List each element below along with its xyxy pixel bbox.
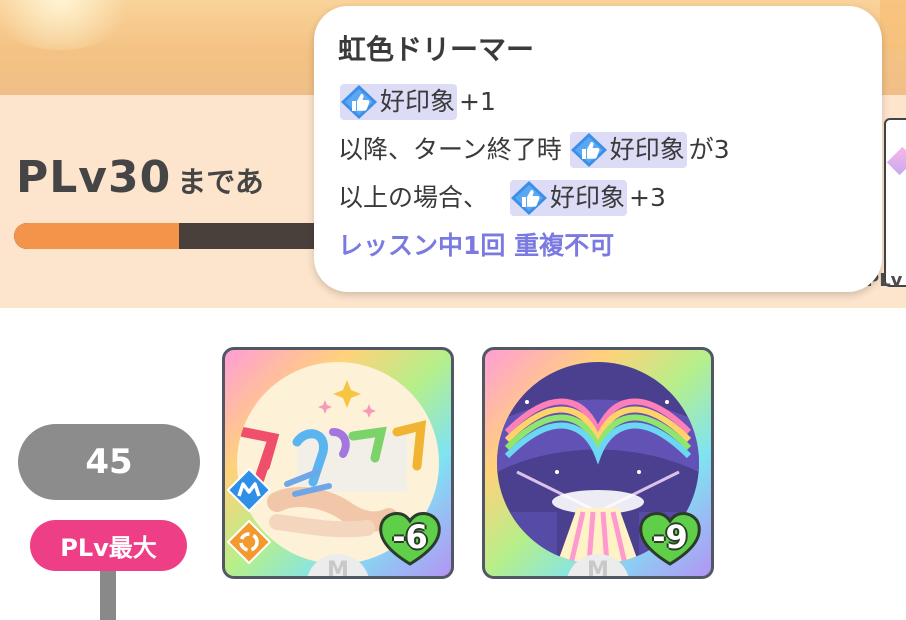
plv-max-badge: PLv最大 [30, 520, 187, 571]
tooltip-line-2: 以降、ターン終了時 好印象 が3 [338, 126, 882, 174]
keyword-chip: 好印象 [340, 84, 458, 120]
keyword-text: 好印象 [550, 183, 626, 212]
card-level-pill: 45 [18, 424, 200, 500]
stamina-cost-value: -9 [652, 518, 688, 556]
line3-prefix: 以上の場合、 [338, 183, 489, 212]
plv-progress-fill [14, 223, 179, 249]
keyword-chip: 好印象 [569, 132, 687, 168]
keyword-text: 好印象 [380, 87, 456, 116]
keyword-chip: 好印象 [510, 180, 628, 216]
grade-label: M [327, 558, 349, 579]
mental-type-icon [227, 468, 271, 512]
stamina-cost-badge: -9 [637, 510, 703, 566]
grade-badge: M [306, 554, 370, 579]
tooltip-title: 虹色ドリーマー [338, 33, 535, 66]
tooltip-limit-note: レッスン中1回 重複不可 [338, 231, 615, 260]
line3-suffix: +3 [629, 183, 666, 212]
skill-card-rainbow-stage[interactable]: -9 M [482, 347, 714, 579]
gem-icon [886, 146, 906, 176]
banner-edge [880, 0, 906, 50]
grade-label: M [587, 558, 609, 579]
stamina-cost-badge: -6 [377, 510, 443, 566]
tooltip-line-1: 好印象 +1 [338, 78, 882, 126]
good-impression-icon [570, 133, 607, 167]
orange-cycle-icon [227, 520, 271, 564]
line1-suffix: +1 [459, 87, 496, 116]
plv-progress-bar [14, 223, 344, 249]
plv-target-suffix: まであ [177, 165, 264, 199]
line2-prefix: 以降、ターン終了時 [338, 135, 562, 164]
level-marker-pole [100, 571, 116, 620]
good-impression-icon [511, 181, 548, 215]
plv-target-value: PLv30 [16, 152, 172, 203]
tooltip-line-3: 以上の場合、 好印象 +3 [338, 174, 882, 222]
grade-badge: M [566, 554, 630, 579]
plv-target-label: PLv30 まであ [16, 152, 264, 212]
skill-card-tooltip: 虹色ドリーマー 好印象 +1 以降、ターン終了時 好印象 が3 以上の場合、 好… [314, 6, 882, 292]
stamina-cost-value: -6 [392, 518, 428, 556]
line2-suffix: が3 [688, 135, 730, 164]
banner-glow [0, 0, 140, 50]
side-reward-card[interactable] [884, 118, 906, 287]
good-impression-icon [341, 85, 377, 119]
keyword-text: 好印象 [609, 135, 685, 164]
skill-card-rainbow-dreamer[interactable]: -6 M [222, 347, 454, 579]
